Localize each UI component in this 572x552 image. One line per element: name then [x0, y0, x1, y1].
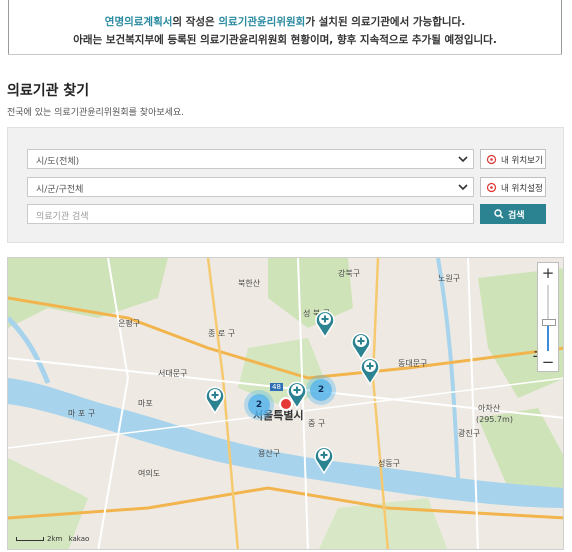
map-label-nowon: 노원구 [438, 274, 461, 283]
hospital-marker-icon[interactable] [314, 308, 336, 338]
search-icon [494, 209, 504, 219]
green-area [8, 258, 168, 328]
map-label-achasan-elevation: (295.7m) [476, 415, 513, 424]
route-shield: 48 [270, 383, 283, 391]
my-location-set-button[interactable]: 내 위치설정 [480, 177, 546, 197]
map-label-seongdong: 성동구 [378, 459, 401, 468]
scale-bar [16, 537, 44, 541]
hospital-marker-icon[interactable] [204, 384, 226, 414]
zoom-control: + − [537, 262, 559, 372]
map-label-seodaemun: 서대문구 [158, 369, 188, 378]
notice-highlight-plan: 연명의료계획서 [104, 16, 173, 28]
map-label-mapo: 마포 [138, 399, 153, 408]
current-location-icon [279, 397, 293, 411]
page-description: 전국에 있는 의료기관윤리위원회를 찾아보세요. [7, 108, 185, 118]
page-title: 의료기관 찾기 [7, 83, 90, 99]
river [8, 316, 51, 384]
province-select-value: 시/도(전체) [36, 157, 80, 167]
map-label-yongsan: 용산구 [258, 449, 281, 458]
search-button-label: 검색 [508, 211, 525, 221]
map-label-yeouido: 여의도 [138, 469, 161, 478]
map-attribution: kakao [68, 535, 90, 543]
search-button[interactable]: 검색 [480, 204, 546, 224]
province-select[interactable]: 시/도(전체) [27, 149, 474, 169]
chevron-down-icon [458, 156, 468, 163]
notice-box: 연명의료계획서의 작성은 의료기관윤리위원회가 설치된 의료기관에서 가능합니다… [8, 0, 562, 55]
chevron-down-icon [458, 184, 468, 191]
notice-line-1: 연명의료계획서의 작성은 의료기관윤리위원회가 설치된 의료기관에서 가능합니다… [8, 14, 562, 29]
jungnang-stream [436, 258, 460, 479]
map-label-jongno: 종 로 구 [208, 329, 236, 338]
hospital-marker-icon[interactable] [313, 444, 335, 474]
cluster-marker[interactable]: 2 [310, 379, 332, 401]
map-label-mapogu: 마 포 구 [68, 409, 96, 418]
map-label-jung: 중 구 [308, 419, 326, 428]
district-select-value: 시/군/구전체 [36, 185, 84, 195]
road-minor [467, 258, 479, 549]
map-label-gwangjin: 광진구 [458, 429, 481, 438]
notice-text-a: 의 작성은 [172, 16, 219, 28]
map-label-gangbuk: 강북구 [338, 269, 361, 278]
zoom-slider-handle[interactable] [542, 319, 556, 326]
cluster-marker[interactable]: 2 [248, 394, 270, 416]
search-panel: 시/도(전체) 내 위치보기 시/군/구전체 내 위치설정 의료기관 검색 검색 [7, 127, 564, 243]
zoom-in-button[interactable]: + [538, 264, 558, 282]
district-select[interactable]: 시/군/구전체 [27, 177, 474, 197]
location-target-icon [486, 182, 497, 193]
location-target-icon [486, 154, 497, 165]
my-location-view-button[interactable]: 내 위치보기 [480, 149, 546, 169]
map-label-mountain: 북한산 [238, 279, 261, 288]
notice-text-b: 가 설치된 의료기관에서 가능합니다. [305, 16, 466, 28]
map-view[interactable]: 종 로 구 성 북 구 동대문구 강북구 노원구 용산구 중 구 광진구 서대문… [7, 257, 564, 550]
zoom-out-button[interactable]: − [538, 353, 558, 371]
notice-line-2: 아래는 보건복지부에 등록된 의료기관윤리위원회 현황이며, 향후 지속적으로 … [73, 34, 497, 46]
scale-text: 2km [47, 535, 63, 543]
map-label-dongdaemun: 동대문구 [398, 359, 428, 368]
hospital-marker-icon[interactable] [359, 355, 381, 385]
map-scale: 2km kakao [16, 535, 89, 543]
map-label-achasan: 아차산 [478, 404, 501, 413]
my-location-view-label: 내 위치보기 [501, 156, 543, 166]
map-label-eunpyeong: 은평구 [118, 319, 141, 328]
notice-highlight-committee: 의료기관윤리위원회 [218, 16, 306, 28]
facility-search-input[interactable]: 의료기관 검색 [27, 204, 474, 224]
my-location-set-label: 내 위치설정 [501, 184, 543, 194]
